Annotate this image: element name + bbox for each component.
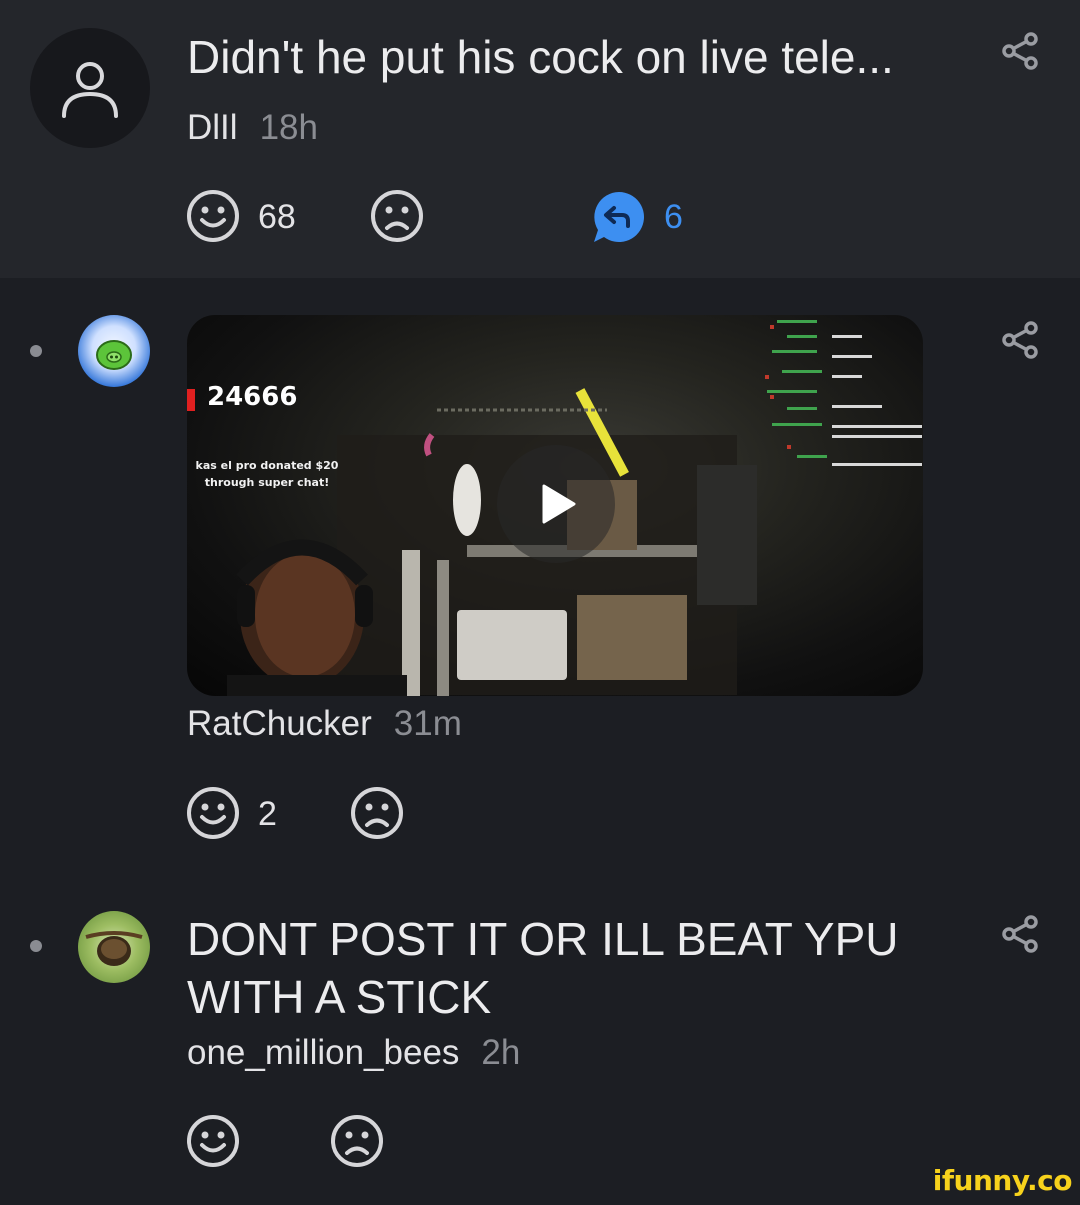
beehive-avatar[interactable]: [78, 911, 150, 983]
green-pig-avatar[interactable]: [78, 315, 150, 387]
highlighted-comment: Didn't he put his cock on live tele... D…: [0, 0, 1080, 278]
frown-icon[interactable]: [350, 786, 404, 840]
comment-meta: one_million_bees 2h: [187, 1033, 520, 1073]
play-button[interactable]: [497, 445, 615, 563]
comment-meta: DlIl 18h: [187, 108, 318, 148]
video-thumbnail[interactable]: 24666 kas el pro donated $20 through sup…: [187, 315, 923, 696]
beehive-icon: [85, 931, 143, 966]
like-count: 2: [258, 795, 277, 833]
thread-dot: [30, 940, 42, 952]
frown-icon[interactable]: [330, 1114, 384, 1168]
comment-text: Didn't he put his cock on live tele...: [187, 31, 894, 83]
viewer-count: 24666: [207, 382, 298, 412]
username[interactable]: RatChucker: [187, 704, 372, 743]
smile-icon[interactable]: [186, 786, 240, 840]
share-icon[interactable]: [1000, 320, 1040, 360]
comment-meta: RatChucker 31m: [187, 704, 462, 744]
timestamp: 2h: [481, 1033, 521, 1072]
default-avatar[interactable]: [30, 28, 150, 148]
thread-dot: [30, 345, 42, 357]
like-count: 68: [258, 198, 296, 236]
share-icon[interactable]: [1000, 31, 1040, 71]
live-indicator: [187, 389, 195, 411]
reply-count[interactable]: 6: [664, 198, 683, 237]
donation-overlay: kas el pro donated $20 through super cha…: [195, 459, 339, 489]
smile-icon[interactable]: [186, 189, 240, 243]
timestamp: 31m: [393, 704, 462, 743]
share-icon[interactable]: [1000, 914, 1040, 954]
user-icon: [62, 62, 118, 118]
timestamp: 18h: [259, 108, 318, 147]
username[interactable]: DlIl: [187, 108, 238, 147]
smile-icon[interactable]: [186, 1114, 240, 1168]
play-icon: [542, 484, 576, 524]
reply-bubble-icon[interactable]: [592, 190, 646, 244]
comment-text-line-1: DONT POST IT OR ILL BEAT YPU: [187, 913, 899, 965]
pig-icon: [96, 340, 132, 370]
username[interactable]: one_million_bees: [187, 1033, 459, 1072]
ifunny-watermark: ifunny.co: [932, 1164, 1073, 1197]
frown-icon[interactable]: [370, 189, 424, 243]
comment-text-line-2: WITH A STICK: [187, 971, 492, 1023]
